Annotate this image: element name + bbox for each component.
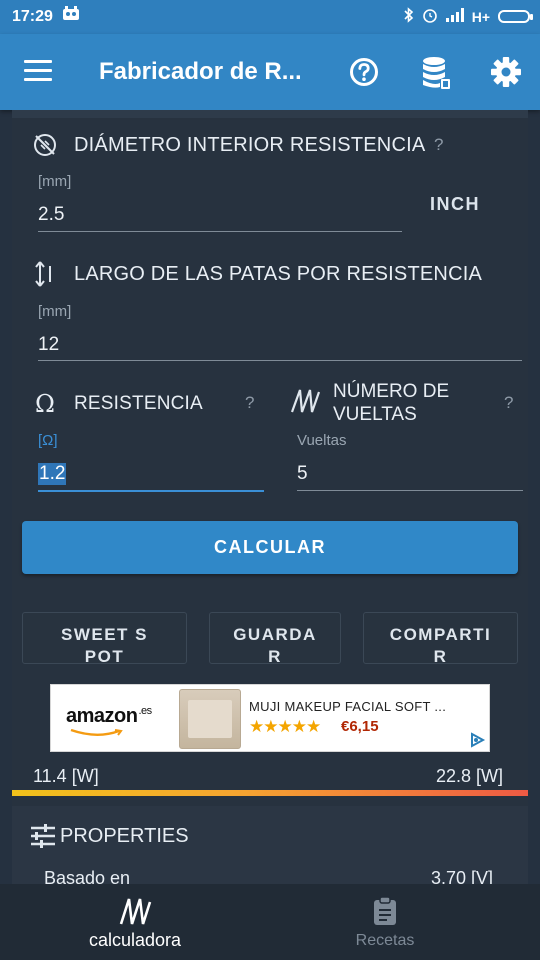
- leg-length-label: LARGO DE LAS PATAS POR RESISTENCIA: [74, 262, 483, 285]
- turns-input[interactable]: 5: [297, 463, 308, 485]
- diameter-label: DIÁMETRO INTERIOR RESISTENCIA: [74, 133, 426, 156]
- share-label: COMPARTIR: [389, 625, 492, 664]
- menu-icon[interactable]: [24, 60, 52, 82]
- amazon-smile-icon: [70, 729, 123, 736]
- notification-icon: [62, 6, 80, 26]
- nav-calculator[interactable]: calculadora: [0, 884, 270, 960]
- resistance-underline: [38, 490, 264, 492]
- app-title: Fabricador de R...: [99, 58, 302, 85]
- turns-underline: [297, 490, 523, 491]
- app-screen: 17:29 H+ Fabricador de R... DIÁMETRO INT…: [0, 0, 540, 960]
- tune-icon: [31, 824, 55, 848]
- resistance-header: Ω RESISTENCIA: [30, 389, 203, 419]
- power-max: 22.8 [W]: [436, 766, 504, 786]
- diameter-underline: [38, 231, 402, 232]
- adchoices-icon[interactable]: [467, 731, 487, 749]
- ad-product-title[interactable]: MUJI MAKEUP FACIAL SOFT ...: [249, 699, 446, 714]
- nav-recipes[interactable]: Recetas: [250, 884, 520, 960]
- panel-edge: [12, 110, 528, 118]
- power-min: 11.4 [W]: [33, 766, 99, 786]
- coil-icon: [290, 388, 324, 418]
- ad-rating-stars: ★★★★★: [249, 717, 321, 736]
- bluetooth-icon: [404, 7, 414, 26]
- leg-length-header: LARGO DE LAS PATAS POR RESISTENCIA: [30, 259, 482, 289]
- vertical-arrows-icon: [30, 259, 60, 289]
- ad-brand: amazon: [66, 705, 138, 727]
- nav-calculator-label: calculadora: [88, 930, 182, 950]
- turns-label: NÚMERO DE VUELTAS: [333, 381, 450, 425]
- resistance-help[interactable]: ?: [245, 393, 254, 413]
- ad-price: €6,15: [341, 718, 379, 735]
- ad-product-image[interactable]: [179, 689, 241, 749]
- status-icons: H+: [404, 7, 533, 26]
- network-type: H+: [471, 8, 490, 25]
- settings-icon[interactable]: [486, 52, 526, 92]
- help-icon[interactable]: [344, 52, 384, 92]
- status-bar: 17:29 H+: [0, 0, 540, 34]
- leg-length-underline: [38, 360, 522, 361]
- ad-banner[interactable]: amazon.es MUJI MAKEUP FACIAL SOFT ... ★★…: [50, 684, 490, 752]
- sweet-spot-button[interactable]: SWEET SPOT: [22, 612, 187, 664]
- diameter-icon: [30, 130, 60, 160]
- resistance-label: RESISTENCIA: [74, 393, 203, 414]
- diameter-unit: [mm]: [38, 173, 72, 190]
- battery-icon: [498, 10, 533, 23]
- database-icon[interactable]: [416, 52, 456, 92]
- calculate-button[interactable]: CALCULAR: [22, 521, 518, 574]
- bottom-navigation: calculadora Recetas: [0, 884, 540, 960]
- share-button[interactable]: COMPARTIR: [363, 612, 518, 664]
- coil-icon: [119, 898, 152, 925]
- ohm-icon: Ω: [34, 390, 56, 418]
- nav-recipes-label: Recetas: [355, 932, 415, 949]
- save-label: GUARDAR: [233, 625, 317, 664]
- leg-length-unit: [mm]: [38, 303, 72, 320]
- signal-icon: [445, 8, 464, 25]
- app-bar: Fabricador de R...: [0, 34, 540, 110]
- resistance-input[interactable]: 1.2: [38, 463, 67, 485]
- clipboard-icon: [374, 896, 396, 925]
- turns-help[interactable]: ?: [504, 393, 513, 413]
- resistance-unit: [Ω]: [38, 432, 58, 449]
- leg-length-input[interactable]: 12: [38, 334, 59, 356]
- diameter-help[interactable]: ?: [434, 135, 443, 155]
- inch-toggle-button[interactable]: INCH: [430, 194, 480, 215]
- sweet-spot-label: SWEET SPOT: [60, 625, 148, 664]
- diameter-input[interactable]: 2.5: [38, 204, 64, 226]
- amazon-logo: amazon.es: [66, 705, 152, 728]
- power-gradient-bar: [12, 790, 528, 796]
- alarm-icon: [422, 7, 438, 26]
- ad-brand-suffix: .es: [138, 705, 152, 717]
- turns-unit: Vueltas: [297, 432, 347, 449]
- status-time: 17:29: [12, 8, 53, 25]
- properties-title: PROPERTIES: [60, 825, 189, 847]
- save-button[interactable]: GUARDAR: [209, 612, 341, 664]
- diameter-header: DIÁMETRO INTERIOR RESISTENCIA: [30, 130, 425, 160]
